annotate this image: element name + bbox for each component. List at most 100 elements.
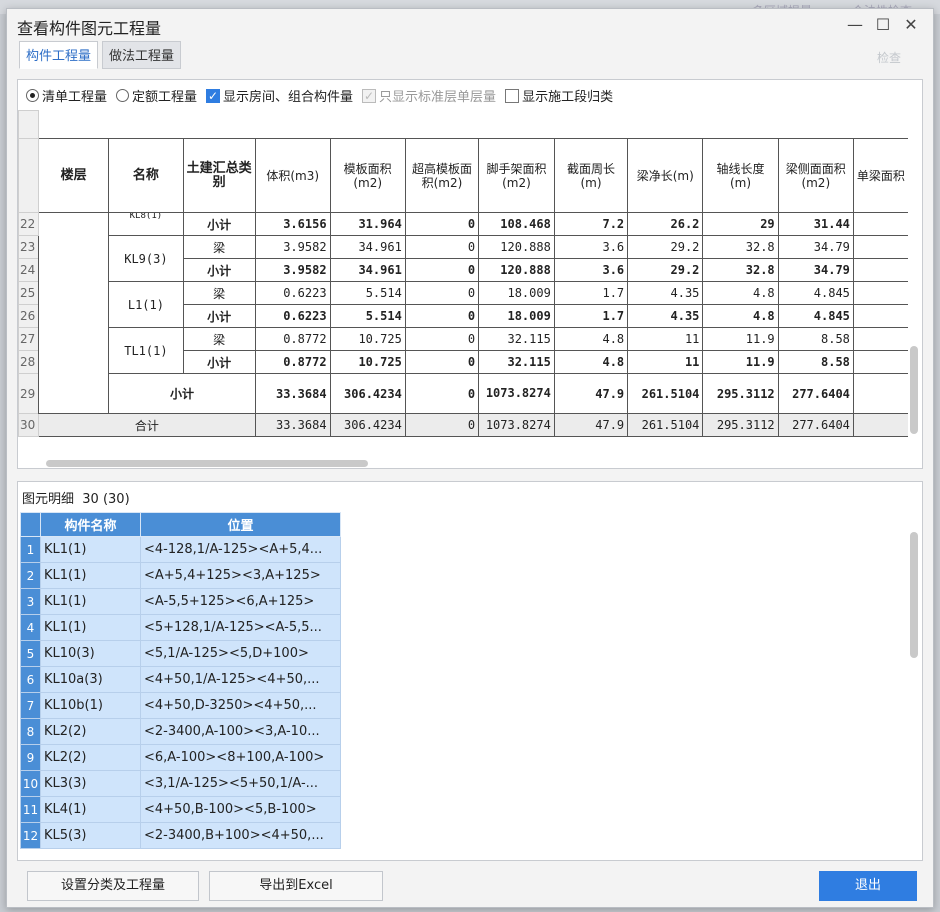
detail-component-name: KL4(1) <box>40 796 141 823</box>
cell-overflow <box>852 350 908 374</box>
cell-value: 1073.8274 <box>478 373 555 414</box>
cell-value: 0 <box>404 281 480 305</box>
cell-value: 34.961 <box>329 235 406 259</box>
list-item[interactable]: 1 KL1(1) <4-128,1/A-125><A+5,4... <box>20 536 341 563</box>
table-row[interactable]: 29 小计 33.3684 306.4234 0 1073.8274 47.9 261.510… <box>18 373 908 414</box>
header-category[interactable]: 土建汇总类别 <box>182 138 256 213</box>
cell-component-name: KL9(3) <box>108 235 184 282</box>
quantity-grid[interactable]: 楼层 名称 土建汇总类别 体积(m3) 模板面积(m2) 超高模板面积(m2) … <box>18 110 908 454</box>
list-item[interactable]: 3 KL1(1) <A-5,5+125><6,A+125> <box>20 588 341 615</box>
list-item[interactable]: 8 KL2(2) <2-3400,A-100><3,A-10... <box>20 718 341 745</box>
list-item[interactable]: 5 KL10(3) <5,1/A-125><5,D+100> <box>20 640 341 667</box>
cell-value: 18.009 <box>478 281 555 305</box>
detail-row-index: 5 <box>20 640 41 667</box>
cell-value: 0 <box>404 350 480 374</box>
cell-component-name: TL1(1) <box>108 327 184 374</box>
header-perimeter[interactable]: 截面周长(m) <box>553 138 629 213</box>
cell-value: 0 <box>404 258 480 282</box>
cell-value: 4.35 <box>627 281 704 305</box>
list-item[interactable]: 7 KL10b(1) <4+50,D-3250><4+50,... <box>20 692 341 719</box>
detail-row-index: 7 <box>20 692 41 719</box>
cell-component-name: KL8(1) <box>108 212 184 236</box>
cell-value: 4.8 <box>553 350 629 374</box>
table-row[interactable]: 25 L1(1) 梁 0.6223 5.514 0 18.009 1.7 4.35 4.8 4.84… <box>18 281 908 328</box>
tab-method-quantity[interactable]: 做法工程量 <box>102 41 182 69</box>
checkbox-show-rooms[interactable]: ✓ 显示房间、组合构件量 <box>206 86 353 105</box>
header-formwork[interactable]: 模板面积(m2) <box>329 138 406 213</box>
cell-value: 10.725 <box>329 350 406 374</box>
header-scaffold[interactable]: 脚手架面积(m2) <box>478 138 555 213</box>
header-beam-length[interactable]: 梁净长(m) <box>627 138 704 213</box>
scroll-thumb[interactable] <box>46 460 368 467</box>
detail-row-index: 4 <box>20 614 41 641</box>
table-row[interactable]: 27 TL1(1) 梁 0.8772 10.725 0 32.115 4.8 11 11.9 8.5… <box>18 327 908 374</box>
checkbox-empty-icon <box>505 88 520 103</box>
cell-value: 8.58 <box>777 350 854 374</box>
cell-value: 7.2 <box>553 212 629 236</box>
cell-value: 0.8772 <box>254 350 331 374</box>
detail-col-position[interactable]: 位置 <box>140 512 341 537</box>
cell-value: 1073.8274 <box>478 413 555 437</box>
cell-value: 4.8 <box>702 304 779 328</box>
header-single-beam[interactable]: 单梁面积 <box>852 138 908 213</box>
cell-value: 277.6404 <box>777 373 854 414</box>
row-number: 26 <box>18 304 39 328</box>
header-superhigh[interactable]: 超高模板面积(m2) <box>404 138 480 213</box>
header-axis-length[interactable]: 轴线长度(m) <box>702 138 779 213</box>
cell-component-name: L1(1) <box>108 281 184 328</box>
detail-position: <5+128,1/A-125><A-5,5... <box>140 614 341 641</box>
radio-on-icon <box>26 89 39 102</box>
list-item[interactable]: 6 KL10a(3) <4+50,1/A-125><4+50,... <box>20 666 341 693</box>
detail-table: 构件名称 位置 1 KL1(1) <4-128,1/A-125><A+5,4... 2… <box>20 512 341 849</box>
detail-position: <2-3400,B+100><4+50,... <box>140 822 341 849</box>
cell-overflow <box>852 281 908 305</box>
list-item[interactable]: 11 KL4(1) <4+50,B-100><5,B-100> <box>20 796 341 823</box>
detail-header: 图元明细 30 (30) <box>22 492 130 507</box>
row-number: 27 <box>18 327 39 351</box>
row-number: 24 <box>18 258 39 282</box>
set-category-button[interactable]: 设置分类及工程量 <box>27 871 199 901</box>
tab-component-quantity[interactable]: 构件工程量 <box>19 41 99 69</box>
close-button[interactable]: ✕ <box>901 15 921 34</box>
detail-component-name: KL3(3) <box>40 770 141 797</box>
cell-value: 3.6 <box>553 258 629 282</box>
cell-value: 4.8 <box>553 327 629 351</box>
vertical-scrollbar[interactable] <box>910 346 918 434</box>
bg-check: 检查 <box>877 51 902 65</box>
exit-button[interactable]: 退出 <box>819 871 917 901</box>
detail-col-name[interactable]: 构件名称 <box>40 512 141 537</box>
minimize-button[interactable]: — <box>845 15 865 34</box>
list-item[interactable]: 10 KL3(3) <3,1/A-125><5+50,1/A-... <box>20 770 341 797</box>
detail-position: <4+50,D-3250><4+50,... <box>140 692 341 719</box>
quantity-dialog: 查看构件图元工程量 检查 — ☐ ✕ 构件工程量 做法工程量 清单工程量 定额工… <box>6 8 934 908</box>
list-item[interactable]: 12 KL5(3) <2-3400,B+100><4+50,... <box>20 822 341 849</box>
table-row[interactable]: 22 KL8(1) 小计 3.6156 31.964 0 108.468 7.2 26.2 29 3… <box>18 212 908 414</box>
cell-value: 3.6156 <box>254 212 331 236</box>
header-volume[interactable]: 体积(m3) <box>254 138 331 213</box>
table-row[interactable]: 30 合计 33.3684 306.4234 0 1073.8274 47.9 261.510… <box>18 413 908 437</box>
cell-value: 4.8 <box>702 281 779 305</box>
cell-value: 32.8 <box>702 235 779 259</box>
list-item[interactable]: 9 KL2(2) <6,A-100><8+100,A-100> <box>20 744 341 771</box>
detail-component-name: KL5(3) <box>40 822 141 849</box>
table-row[interactable]: 23 KL9(3) 梁 3.9582 34.961 0 120.888 3.6 29.2 32.8… <box>18 235 908 282</box>
horizontal-scrollbar[interactable] <box>36 460 906 468</box>
maximize-button[interactable]: ☐ <box>873 15 893 34</box>
list-item[interactable]: 4 KL1(1) <5+128,1/A-125><A-5,5... <box>20 614 341 641</box>
cell-category: 小计 <box>182 212 256 236</box>
header-floor[interactable]: 楼层 <box>37 138 110 213</box>
checkbox-construction-stage[interactable]: 显示施工段归类 <box>505 86 613 105</box>
cell-overflow <box>852 413 908 437</box>
radio-bill-quantity[interactable]: 清单工程量 <box>26 86 107 105</box>
header-name[interactable]: 名称 <box>108 138 184 213</box>
list-item[interactable]: 2 KL1(1) <A+5,4+125><3,A+125> <box>20 562 341 589</box>
radio-quota-quantity[interactable]: 定额工程量 <box>116 86 197 105</box>
cell-value: 0 <box>404 212 480 236</box>
detail-scrollbar[interactable] <box>910 532 918 658</box>
quantity-panel: 清单工程量 定额工程量 ✓ 显示房间、组合构件量 ✓ 只显示标准层单层量 显示施… <box>17 79 923 469</box>
detail-component-name: KL1(1) <box>40 614 141 641</box>
header-side-area[interactable]: 梁侧面面积(m2) <box>777 138 854 213</box>
cell-value: 31.964 <box>329 212 406 236</box>
export-excel-button[interactable]: 导出到Excel <box>209 871 383 901</box>
cell-value: 1.7 <box>553 304 629 328</box>
